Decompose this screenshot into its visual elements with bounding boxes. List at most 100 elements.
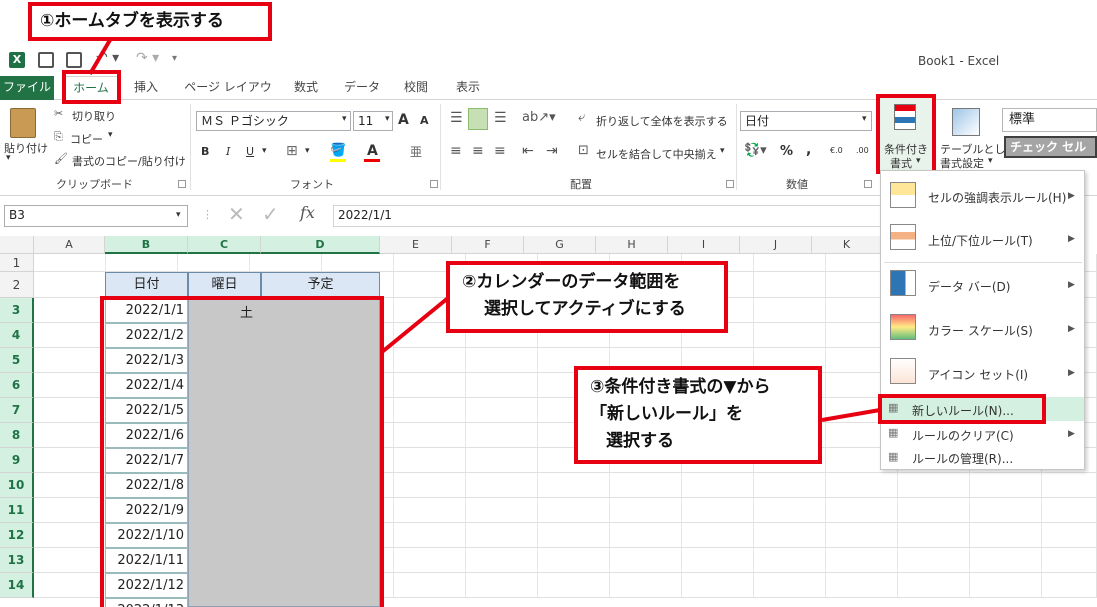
- menu-manage-rules[interactable]: ルールの管理(R)...: [912, 450, 1062, 467]
- merge-dropdown-icon[interactable]: ▾: [720, 146, 725, 156]
- cut-icon[interactable]: ✂: [54, 107, 63, 120]
- select-all-corner[interactable]: [0, 236, 34, 254]
- copy-button[interactable]: コピー: [70, 131, 103, 147]
- save-icon[interactable]: [38, 52, 54, 68]
- cell-style-check[interactable]: チェック セル: [1004, 136, 1097, 158]
- number-format-select[interactable]: 日付: [740, 111, 872, 131]
- underline-dropdown-icon[interactable]: ▾: [262, 146, 267, 156]
- name-box[interactable]: B3: [4, 205, 188, 227]
- row-header-6[interactable]: 6: [0, 373, 34, 398]
- font-grow-icon[interactable]: A: [398, 112, 409, 128]
- row-header-10[interactable]: 10: [0, 473, 34, 498]
- align-bottom-icon[interactable]: ☰: [494, 110, 507, 126]
- bold-button[interactable]: B: [201, 145, 209, 158]
- indent-decrease-icon[interactable]: ⇤: [522, 143, 534, 159]
- cut-button[interactable]: 切り取り: [72, 108, 116, 124]
- row-header-9[interactable]: 9: [0, 448, 34, 473]
- column-header-d[interactable]: D: [261, 236, 380, 254]
- chevron-down-icon[interactable]: ▾: [862, 114, 867, 124]
- wrap-text-icon[interactable]: ⤶: [578, 110, 585, 125]
- row-header-4[interactable]: 4: [0, 323, 34, 348]
- cancel-icon[interactable]: ✕: [228, 202, 245, 226]
- header-schedule[interactable]: 予定: [261, 272, 380, 297]
- font-name-select[interactable]: ＭＳ Ｐゴシック: [196, 111, 351, 131]
- clipboard-launcher-icon[interactable]: [178, 180, 186, 188]
- format-painter-button[interactable]: 書式のコピー/貼り付け: [72, 153, 186, 169]
- indent-increase-icon[interactable]: ⇥: [546, 143, 558, 159]
- format-painter-icon[interactable]: 🖌: [54, 152, 68, 165]
- column-header-b[interactable]: B: [105, 236, 188, 254]
- header-weekday[interactable]: 曜日: [188, 272, 261, 297]
- column-header-h[interactable]: H: [596, 236, 668, 254]
- border-dropdown-icon[interactable]: ▾: [305, 146, 310, 156]
- currency-icon[interactable]: 💱▾: [744, 143, 767, 158]
- decrease-decimal-button[interactable]: .00: [856, 146, 869, 155]
- align-top-icon[interactable]: ☰: [450, 110, 463, 126]
- wrap-text-button[interactable]: 折り返して全体を表示する: [596, 113, 728, 129]
- row-header-1[interactable]: 1: [0, 254, 34, 272]
- align-left-icon[interactable]: ≡: [450, 143, 462, 159]
- merge-center-icon[interactable]: ⊡: [578, 143, 589, 158]
- paste-icon[interactable]: [10, 108, 36, 138]
- copy-icon[interactable]: ⎘: [54, 130, 63, 144]
- menu-data-bar[interactable]: データ バー(D): [928, 278, 1068, 295]
- menu-top-bottom-rules[interactable]: 上位/下位ルール(T): [928, 232, 1068, 249]
- tab-review[interactable]: 校閲: [396, 76, 436, 100]
- orientation-icon[interactable]: ab↗▾: [522, 110, 556, 125]
- copy-dropdown-icon[interactable]: ▾: [108, 130, 113, 140]
- tab-formulas[interactable]: 数式: [286, 76, 326, 100]
- header-date[interactable]: 日付: [105, 272, 188, 297]
- paste-dropdown-icon[interactable]: ▾: [6, 153, 11, 163]
- alignment-launcher-icon[interactable]: [726, 180, 734, 188]
- redo-icon[interactable]: ↷ ▾: [136, 50, 159, 66]
- column-header-f[interactable]: F: [452, 236, 524, 254]
- comma-button[interactable]: ,: [806, 142, 811, 158]
- column-header-j[interactable]: J: [740, 236, 812, 254]
- menu-clear-rules[interactable]: ルールのクリア(C): [912, 427, 1062, 444]
- menu-icon-set[interactable]: アイコン セット(I): [928, 366, 1068, 383]
- menu-highlight-rules[interactable]: セルの強調表示ルール(H): [928, 189, 1068, 206]
- row-header-3[interactable]: 3: [0, 298, 34, 323]
- merge-center-button[interactable]: セルを結合して中央揃え: [596, 146, 717, 162]
- name-box-dropdown-icon[interactable]: ▾: [176, 210, 181, 220]
- format-as-table-icon[interactable]: [952, 108, 980, 136]
- border-icon[interactable]: ⊞: [286, 143, 298, 159]
- underline-button[interactable]: U: [246, 145, 254, 158]
- tab-page-layout[interactable]: ページ レイアウト: [180, 76, 276, 116]
- percent-button[interactable]: %: [780, 144, 793, 159]
- cell-style-normal[interactable]: 標準: [1002, 108, 1097, 132]
- font-launcher-icon[interactable]: [430, 180, 438, 188]
- column-header-g[interactable]: G: [524, 236, 596, 254]
- column-header-i[interactable]: I: [668, 236, 740, 254]
- column-header-e[interactable]: E: [380, 236, 452, 254]
- row-header-8[interactable]: 8: [0, 423, 34, 448]
- enter-icon[interactable]: ✓: [262, 202, 279, 226]
- align-center-icon[interactable]: ≡: [472, 143, 484, 159]
- tab-data[interactable]: データ: [338, 76, 386, 100]
- number-launcher-icon[interactable]: [864, 180, 872, 188]
- column-header-c[interactable]: C: [188, 236, 261, 254]
- row-header-14[interactable]: 14: [0, 573, 34, 598]
- chevron-down-icon[interactable]: ▾: [342, 114, 347, 124]
- formula-input[interactable]: 2022/1/1: [333, 205, 883, 227]
- conditional-format-dropdown-icon[interactable]: ▾: [916, 156, 921, 166]
- column-header-a[interactable]: A: [34, 236, 105, 254]
- align-right-icon[interactable]: ≡: [494, 143, 506, 159]
- chevron-down-icon[interactable]: ▾: [385, 114, 390, 124]
- insert-function-icon[interactable]: fx: [300, 203, 315, 222]
- menu-color-scale[interactable]: カラー スケール(S): [928, 322, 1068, 339]
- row-header-12[interactable]: 12: [0, 523, 34, 548]
- italic-button[interactable]: I: [226, 145, 230, 158]
- tab-view[interactable]: 表示: [448, 76, 488, 100]
- format-as-table-dropdown-icon[interactable]: ▾: [988, 156, 993, 166]
- tab-file[interactable]: ファイル: [0, 76, 54, 100]
- phonetic-icon[interactable]: 亜: [410, 143, 422, 160]
- align-middle-icon[interactable]: [468, 108, 488, 130]
- row-header-2[interactable]: 2: [0, 272, 34, 298]
- fill-color-icon[interactable]: 🪣: [330, 143, 346, 158]
- format-as-table-label-2[interactable]: 書式設定: [940, 155, 984, 171]
- font-shrink-icon[interactable]: A: [420, 114, 429, 127]
- row-header-11[interactable]: 11: [0, 498, 34, 523]
- row-header-7[interactable]: 7: [0, 398, 34, 423]
- tab-insert[interactable]: 挿入: [127, 76, 165, 100]
